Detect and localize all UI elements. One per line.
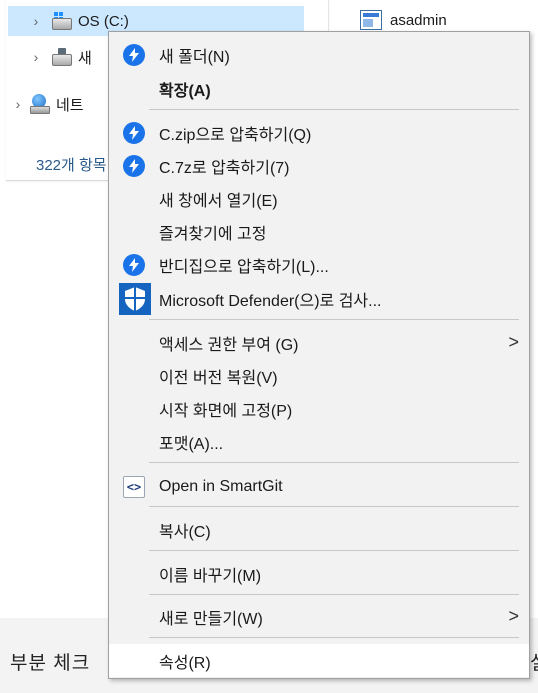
- menu-separator: [149, 319, 519, 320]
- bandizip-icon: [123, 43, 145, 66]
- menu-separator: [149, 550, 519, 551]
- file-list-item[interactable]: asadmin: [360, 8, 447, 32]
- submenu-arrow-icon: >: [508, 606, 519, 626]
- network-drive-icon: [50, 48, 72, 66]
- menu-item-give-access[interactable]: 액세스 권한 부여 (G) >: [109, 326, 529, 359]
- menu-item-defender-scan[interactable]: Microsoft Defender(으)로 검사...: [109, 282, 529, 315]
- bandizip-icon: [123, 253, 145, 276]
- menu-item-format[interactable]: 포맷(A)...: [109, 425, 529, 458]
- menu-item-rename[interactable]: 이름 바꾸기(M): [109, 557, 529, 590]
- submenu-arrow-icon: >: [508, 332, 519, 352]
- menu-separator: [149, 637, 519, 638]
- menu-item-compress-zip[interactable]: C.zip으로 압축하기(Q): [109, 116, 529, 149]
- item-count-status: 322개 항목: [36, 157, 107, 174]
- menu-item-expand[interactable]: 확장(A): [109, 72, 529, 105]
- tree-item-label: 새: [78, 49, 92, 67]
- menu-item-pin-start[interactable]: 시작 화면에 고정(P): [109, 392, 529, 425]
- menu-item-open-smartgit[interactable]: <> Open in SmartGit: [109, 470, 529, 503]
- network-icon: [28, 94, 50, 114]
- chevron-right-icon[interactable]: ›: [26, 49, 46, 65]
- menu-separator: [149, 594, 519, 595]
- smartgit-icon: <>: [123, 475, 145, 498]
- menu-item-new-folder[interactable]: 새 폴더(N): [109, 38, 529, 71]
- menu-item-new[interactable]: 새로 만들기(W) >: [109, 600, 529, 633]
- chevron-right-icon[interactable]: ›: [26, 13, 46, 29]
- partial-right-text: 설: [530, 648, 538, 675]
- file-name: asadmin: [390, 11, 447, 29]
- defender-shield-icon: [119, 282, 151, 315]
- tree-item-label: 네트: [56, 96, 84, 114]
- menu-item-bandizip-compress[interactable]: 반디집으로 압축하기(L)...: [109, 248, 529, 281]
- chevron-right-icon[interactable]: ›: [8, 96, 28, 112]
- menu-item-copy[interactable]: 복사(C): [109, 513, 529, 546]
- partial-status-text: 부분 체크: [10, 653, 91, 674]
- menu-item-open-new-window[interactable]: 새 창에서 열기(E): [109, 182, 529, 215]
- menu-separator: [149, 462, 519, 463]
- bandizip-icon: [123, 154, 145, 177]
- application-window-icon: [360, 10, 382, 30]
- menu-separator: [149, 109, 519, 110]
- desktop-screenshot: › OS (C:) › 새 › 네트 322개 항목 asadmin 부분 체크…: [0, 0, 538, 693]
- menu-item-pin-quick-access[interactable]: 즐겨찾기에 고정: [109, 215, 529, 248]
- menu-separator: [149, 506, 519, 507]
- tree-item-label: OS (C:): [78, 12, 129, 30]
- menu-item-compress-7z[interactable]: C.7z로 압축하기(7): [109, 149, 529, 182]
- windows-drive-icon: [50, 12, 72, 30]
- bandizip-icon: [123, 121, 145, 144]
- menu-item-properties[interactable]: 속성(R): [109, 644, 529, 677]
- context-menu: 새 폴더(N) 확장(A) C.zip으로 압축하기(Q) C.7z로 압축하기…: [108, 31, 530, 679]
- menu-item-restore-previous[interactable]: 이전 버전 복원(V): [109, 359, 529, 392]
